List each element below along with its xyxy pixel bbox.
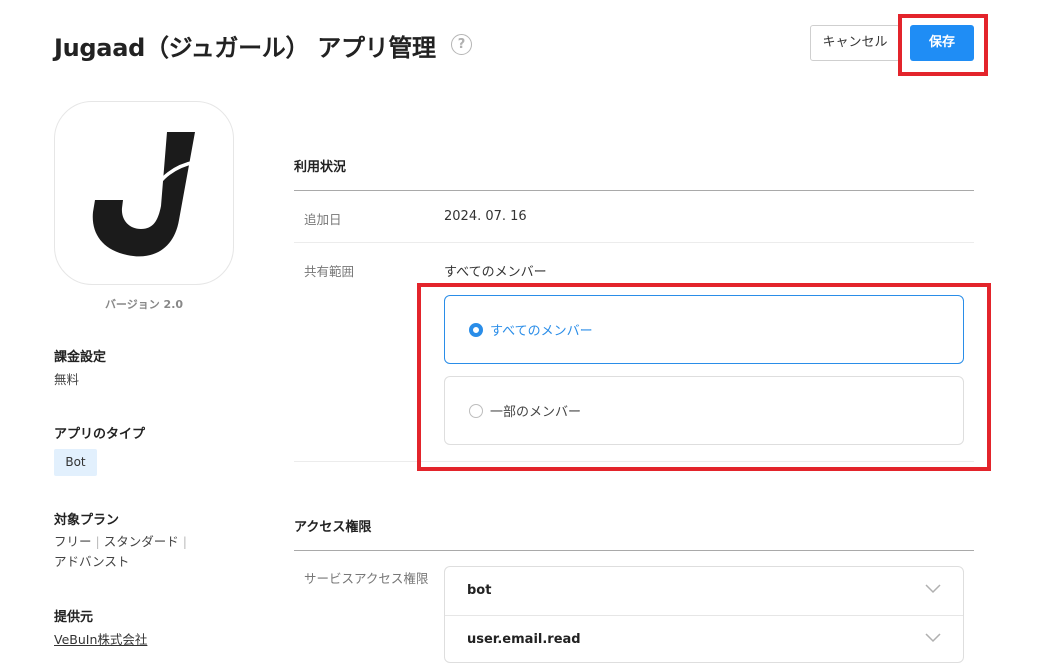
- scope-option-some-members[interactable]: 一部のメンバー: [444, 376, 964, 445]
- app-version: バージョン 2.0: [104, 298, 184, 311]
- provider-link[interactable]: VeBuIn株式会社: [54, 632, 147, 647]
- access-divider: [294, 550, 974, 551]
- access-scope-name: user.email.read: [467, 632, 581, 647]
- chevron-down-icon[interactable]: [925, 584, 941, 594]
- save-button[interactable]: 保存: [910, 25, 974, 61]
- access-scope-name: bot: [467, 583, 492, 598]
- cancel-button[interactable]: キャンセル: [810, 25, 900, 61]
- plan-item-standard: スタンダード: [103, 534, 179, 549]
- share-scope-value: すべてのメンバー: [444, 265, 547, 280]
- row-divider: [294, 461, 974, 462]
- chevron-down-icon[interactable]: [925, 633, 941, 643]
- scope-option-label: すべてのメンバー: [490, 324, 593, 339]
- app-type-badge: Bot: [54, 449, 97, 476]
- added-date-value: 2024. 07. 16: [444, 209, 527, 224]
- scope-option-all-members[interactable]: すべてのメンバー: [444, 295, 964, 364]
- app-management-page: Jugaad（ジュガール） アプリ管理 ? キャンセル 保存 バージョン 2.0…: [0, 0, 1048, 670]
- app-type-label: アプリのタイプ: [54, 427, 146, 442]
- scope-option-label: 一部のメンバー: [490, 405, 582, 420]
- help-icon[interactable]: ?: [451, 34, 472, 55]
- row-divider: [294, 242, 974, 243]
- plan-item-advanced: アドバンスト: [54, 554, 130, 569]
- access-section-title: アクセス権限: [294, 520, 372, 535]
- usage-divider: [294, 190, 974, 191]
- share-scope-label: 共有範囲: [304, 264, 355, 279]
- page-title: Jugaad（ジュガール） アプリ管理: [54, 34, 436, 62]
- plan-separator: |: [95, 534, 100, 549]
- billing-value: 無料: [54, 372, 80, 387]
- plan-item-free: フリー: [54, 534, 92, 549]
- added-date-label: 追加日: [304, 212, 342, 227]
- access-scope-row[interactable]: bot: [445, 567, 963, 615]
- access-scope-list: bot user.email.read: [444, 566, 964, 663]
- plan-separator: |: [182, 534, 187, 549]
- usage-section-title: 利用状況: [294, 160, 347, 175]
- radio-unselected-icon[interactable]: [469, 404, 483, 418]
- app-logo-icon: [54, 101, 234, 285]
- plan-label: 対象プラン: [54, 513, 120, 528]
- plan-list: フリー | スタンダード | アドバンスト: [54, 532, 191, 572]
- provider-value: VeBuIn株式会社: [54, 630, 147, 650]
- billing-label: 課金設定: [54, 350, 107, 365]
- radio-selected-icon[interactable]: [469, 323, 483, 337]
- service-access-label: サービスアクセス権限: [304, 571, 429, 586]
- provider-label: 提供元: [54, 610, 94, 625]
- access-scope-row[interactable]: user.email.read: [445, 615, 963, 664]
